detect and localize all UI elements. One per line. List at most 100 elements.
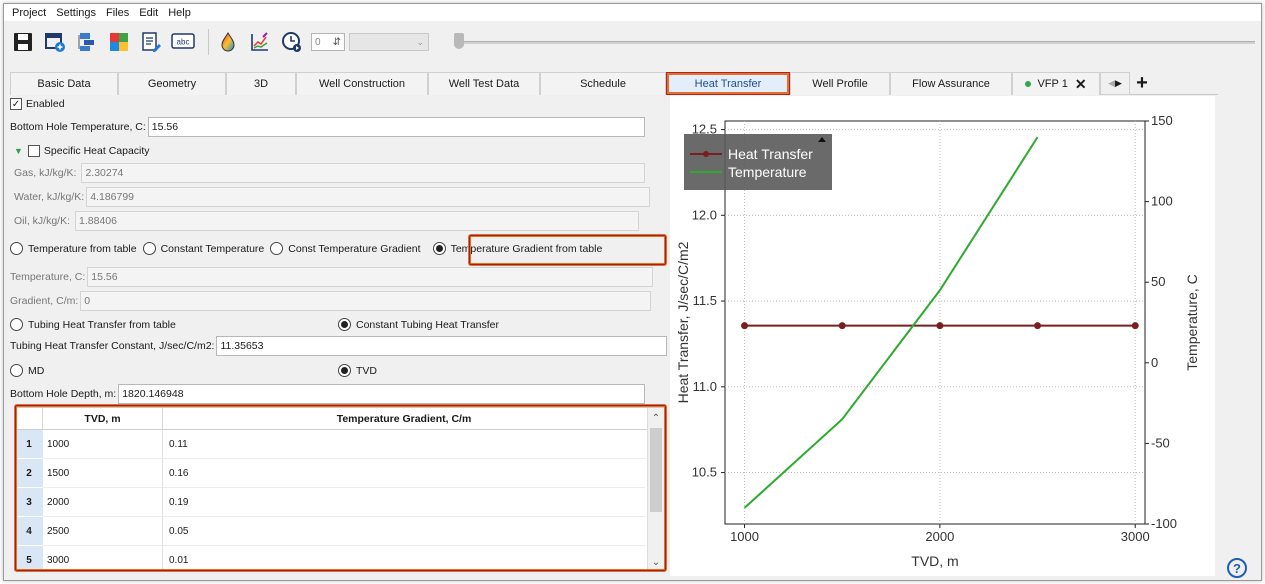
puzzle-icon[interactable] <box>106 29 132 55</box>
row-number-header <box>15 408 43 429</box>
clock-play-icon[interactable] <box>279 29 305 55</box>
radio-temp-table[interactable] <box>10 242 23 255</box>
oil-input[interactable]: 1.88406 <box>75 211 640 231</box>
scrollbar-thumb[interactable] <box>650 428 662 512</box>
radio-tvd[interactable] <box>338 364 351 377</box>
drop-icon[interactable] <box>215 29 241 55</box>
bhd-input[interactable]: 1820.146948 <box>118 384 646 404</box>
table-scrollbar[interactable]: ⌃ ⌄ <box>647 408 664 570</box>
table-row[interactable]: 2 1500 0.16 <box>15 459 664 488</box>
spellcheck-icon[interactable]: abc <box>170 29 196 55</box>
tab-basic-data[interactable]: Basic Data <box>10 72 118 95</box>
scroll-down-icon[interactable]: ⌄ <box>648 554 664 570</box>
menu-project[interactable]: Project <box>12 7 46 19</box>
tab-3d[interactable]: 3D <box>226 72 296 95</box>
enabled-row: ✓ Enabled <box>10 98 65 110</box>
time-slider-track[interactable] <box>459 41 1255 44</box>
legend-marker <box>703 151 709 157</box>
step-combo[interactable]: ⌄ <box>349 33 429 51</box>
tab-scroll-arrows[interactable]: ◀ ▶ <box>1100 72 1130 95</box>
y2-tick-label: 0 <box>1151 355 1158 370</box>
time-slider-handle[interactable] <box>454 33 464 49</box>
temp-input[interactable]: 15.56 <box>87 267 654 287</box>
cell-gradient[interactable]: 0.11 <box>163 430 645 459</box>
temp-label: Temperature, C: <box>10 271 86 283</box>
oil-label: Oil, kJ/kg/K: <box>14 215 71 227</box>
water-row: Water, kJ/kg/K: 4.186799 <box>14 187 651 207</box>
cell-tvd[interactable]: 1500 <box>43 459 163 488</box>
tab-schedule[interactable]: Schedule <box>540 72 666 95</box>
add-tab-button[interactable]: + <box>1130 72 1154 95</box>
radio-grad-table[interactable] <box>432 242 446 255</box>
series-point <box>741 322 749 330</box>
gas-input[interactable]: 2.30274 <box>81 163 646 183</box>
shc-checkbox[interactable] <box>27 145 40 157</box>
cell-gradient[interactable]: 0.05 <box>163 517 645 546</box>
radio-const-temp[interactable] <box>142 242 156 255</box>
bhd-label: Bottom Hole Depth, m: <box>10 388 117 400</box>
radio-md[interactable] <box>10 364 23 377</box>
cell-gradient[interactable]: 0.19 <box>163 488 645 517</box>
enabled-label: Enabled <box>26 98 65 110</box>
radio-const-grad[interactable] <box>270 242 284 255</box>
heat-transfer-chart[interactable]: 1000 2000 300010.511.011.512.012.5-100-500… <box>670 96 1215 576</box>
chart-panel: 1000 2000 3000 10.5 11.0 11.5 12.0 12.5 -100 -50 0… <box>670 96 1215 576</box>
enabled-checkbox[interactable]: ✓ <box>10 98 22 110</box>
water-input[interactable]: 4.186799 <box>86 187 651 207</box>
radio-grad-table-label: Temperature Gradient from table <box>450 242 603 255</box>
menu-settings[interactable]: Settings <box>56 7 96 19</box>
y-axis-label: Heat Transfer, J/sec/C/m2 <box>675 241 691 403</box>
close-tab-icon[interactable]: ✕ <box>1075 76 1087 93</box>
radio-tvd-label: TVD <box>356 364 377 377</box>
tab-well-construction[interactable]: Well Construction <box>296 72 428 95</box>
radio-const-grad-label: Const Temperature Gradient <box>288 242 421 255</box>
radio-tubing-const[interactable] <box>338 318 351 331</box>
legend-label: Heat Transfer <box>728 146 813 162</box>
radio-tubing-table[interactable] <box>10 318 23 331</box>
menu-help[interactable]: Help <box>168 7 191 19</box>
y-tick-label: 11.5 <box>693 293 717 308</box>
menu-files[interactable]: Files <box>106 7 129 19</box>
cell-tvd[interactable]: 2000 <box>43 488 163 517</box>
tubing-const-input[interactable]: 11.35653 <box>216 336 668 356</box>
collapse-arrow-icon[interactable]: ▼ <box>14 146 23 156</box>
tab-flow-assurance[interactable]: Flow Assurance <box>890 72 1012 95</box>
temperature-row: Temperature, C: 15.56 <box>10 267 654 287</box>
cell-tvd[interactable]: 3000 <box>43 546 163 570</box>
legend-box <box>684 134 832 190</box>
bht-row: Bottom Hole Temperature, C: 15.56 <box>10 117 645 137</box>
tab-vfp-1[interactable]: VFP 1 ✕ <box>1012 72 1100 95</box>
cell-tvd[interactable]: 2500 <box>43 517 163 546</box>
y2-axis-label: Temperature, C <box>1184 274 1200 370</box>
table-row[interactable]: 4 2500 0.05 <box>15 517 664 546</box>
bht-input[interactable]: 15.56 <box>147 117 645 137</box>
menu-edit[interactable]: Edit <box>139 7 158 19</box>
table-header: TVD, m Temperature Gradient, C/m <box>15 408 664 430</box>
column-header-gradient[interactable]: Temperature Gradient, C/m <box>163 408 645 429</box>
tab-geometry[interactable]: Geometry <box>118 72 226 95</box>
save-icon[interactable] <box>10 29 36 55</box>
chart-edit-icon[interactable] <box>247 29 273 55</box>
series-point <box>936 322 944 330</box>
step-spinbox[interactable]: 0 ⇵ <box>311 33 345 51</box>
scroll-up-icon[interactable]: ⌃ <box>648 410 664 426</box>
cell-gradient[interactable]: 0.16 <box>163 459 645 488</box>
edit-doc-icon[interactable] <box>138 29 164 55</box>
tab-bar: Basic Data Geometry 3D Well Construction… <box>10 72 1218 95</box>
tab-well-profile[interactable]: Well Profile <box>790 72 890 95</box>
tab-heat-transfer[interactable]: Heat Transfer <box>666 72 790 95</box>
layers-icon[interactable] <box>74 29 100 55</box>
cell-tvd[interactable]: 1000 <box>43 430 163 459</box>
new-window-icon[interactable] <box>42 29 68 55</box>
y2-tick-label: 100 <box>1151 194 1173 209</box>
table-row[interactable]: 5 3000 0.01 <box>15 546 664 570</box>
cell-gradient[interactable]: 0.01 <box>163 546 645 570</box>
tab-well-test-data[interactable]: Well Test Data <box>428 72 540 95</box>
y2-tick-label: 50 <box>1151 274 1165 289</box>
column-header-tvd[interactable]: TVD, m <box>43 408 163 429</box>
table-row[interactable]: 1 1000 0.11 <box>15 430 664 459</box>
help-icon[interactable]: ? <box>1227 558 1247 578</box>
grad-input[interactable]: 0 <box>80 291 652 311</box>
status-dot-icon <box>1025 81 1032 87</box>
table-row[interactable]: 3 2000 0.19 <box>15 488 664 517</box>
